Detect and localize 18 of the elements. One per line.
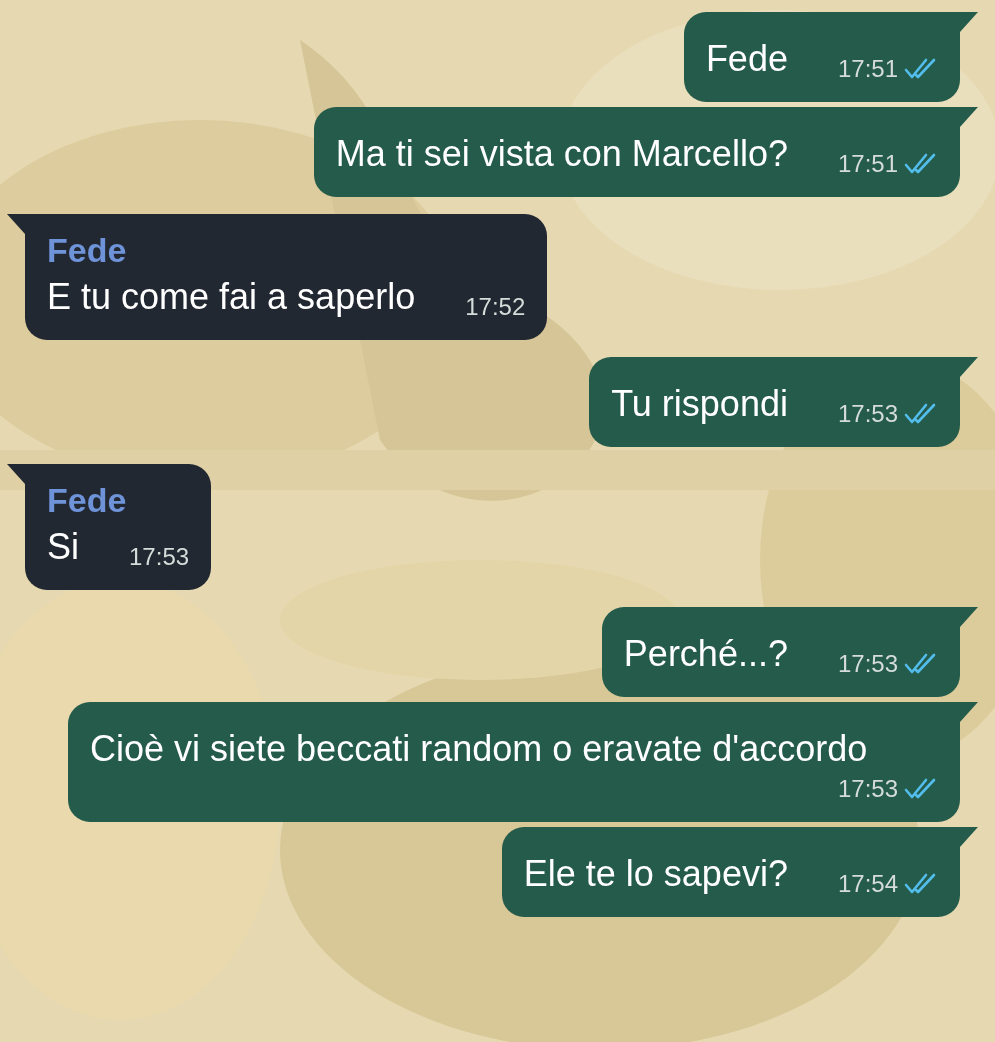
message-text: Ele te lo sapevi? [523, 852, 788, 896]
message-text: Tu rispondi [611, 382, 788, 426]
message-text: Cioè vi siete beccati random o eravate d'accordo [90, 727, 868, 771]
message-text: Si [47, 525, 79, 569]
message-time: 17:51 [837, 54, 898, 84]
message-time: 17:53 [837, 774, 898, 804]
message-text: E tu come fai a saperlo [47, 275, 416, 319]
message-time: 17:52 [465, 292, 526, 322]
message-text: Ma ti sei vista con Marcello? [335, 132, 788, 176]
message-time: 17:53 [837, 649, 898, 679]
message-text: Fede [705, 37, 788, 81]
message-time: 17:51 [837, 149, 898, 179]
sender-name: Fede [47, 230, 128, 271]
message-text: Perché...? [623, 632, 788, 676]
sender-name: Fede [47, 480, 128, 521]
message-time: 17:53 [129, 542, 190, 572]
message-time: 17:53 [837, 399, 898, 429]
message-time: 17:54 [837, 869, 898, 899]
